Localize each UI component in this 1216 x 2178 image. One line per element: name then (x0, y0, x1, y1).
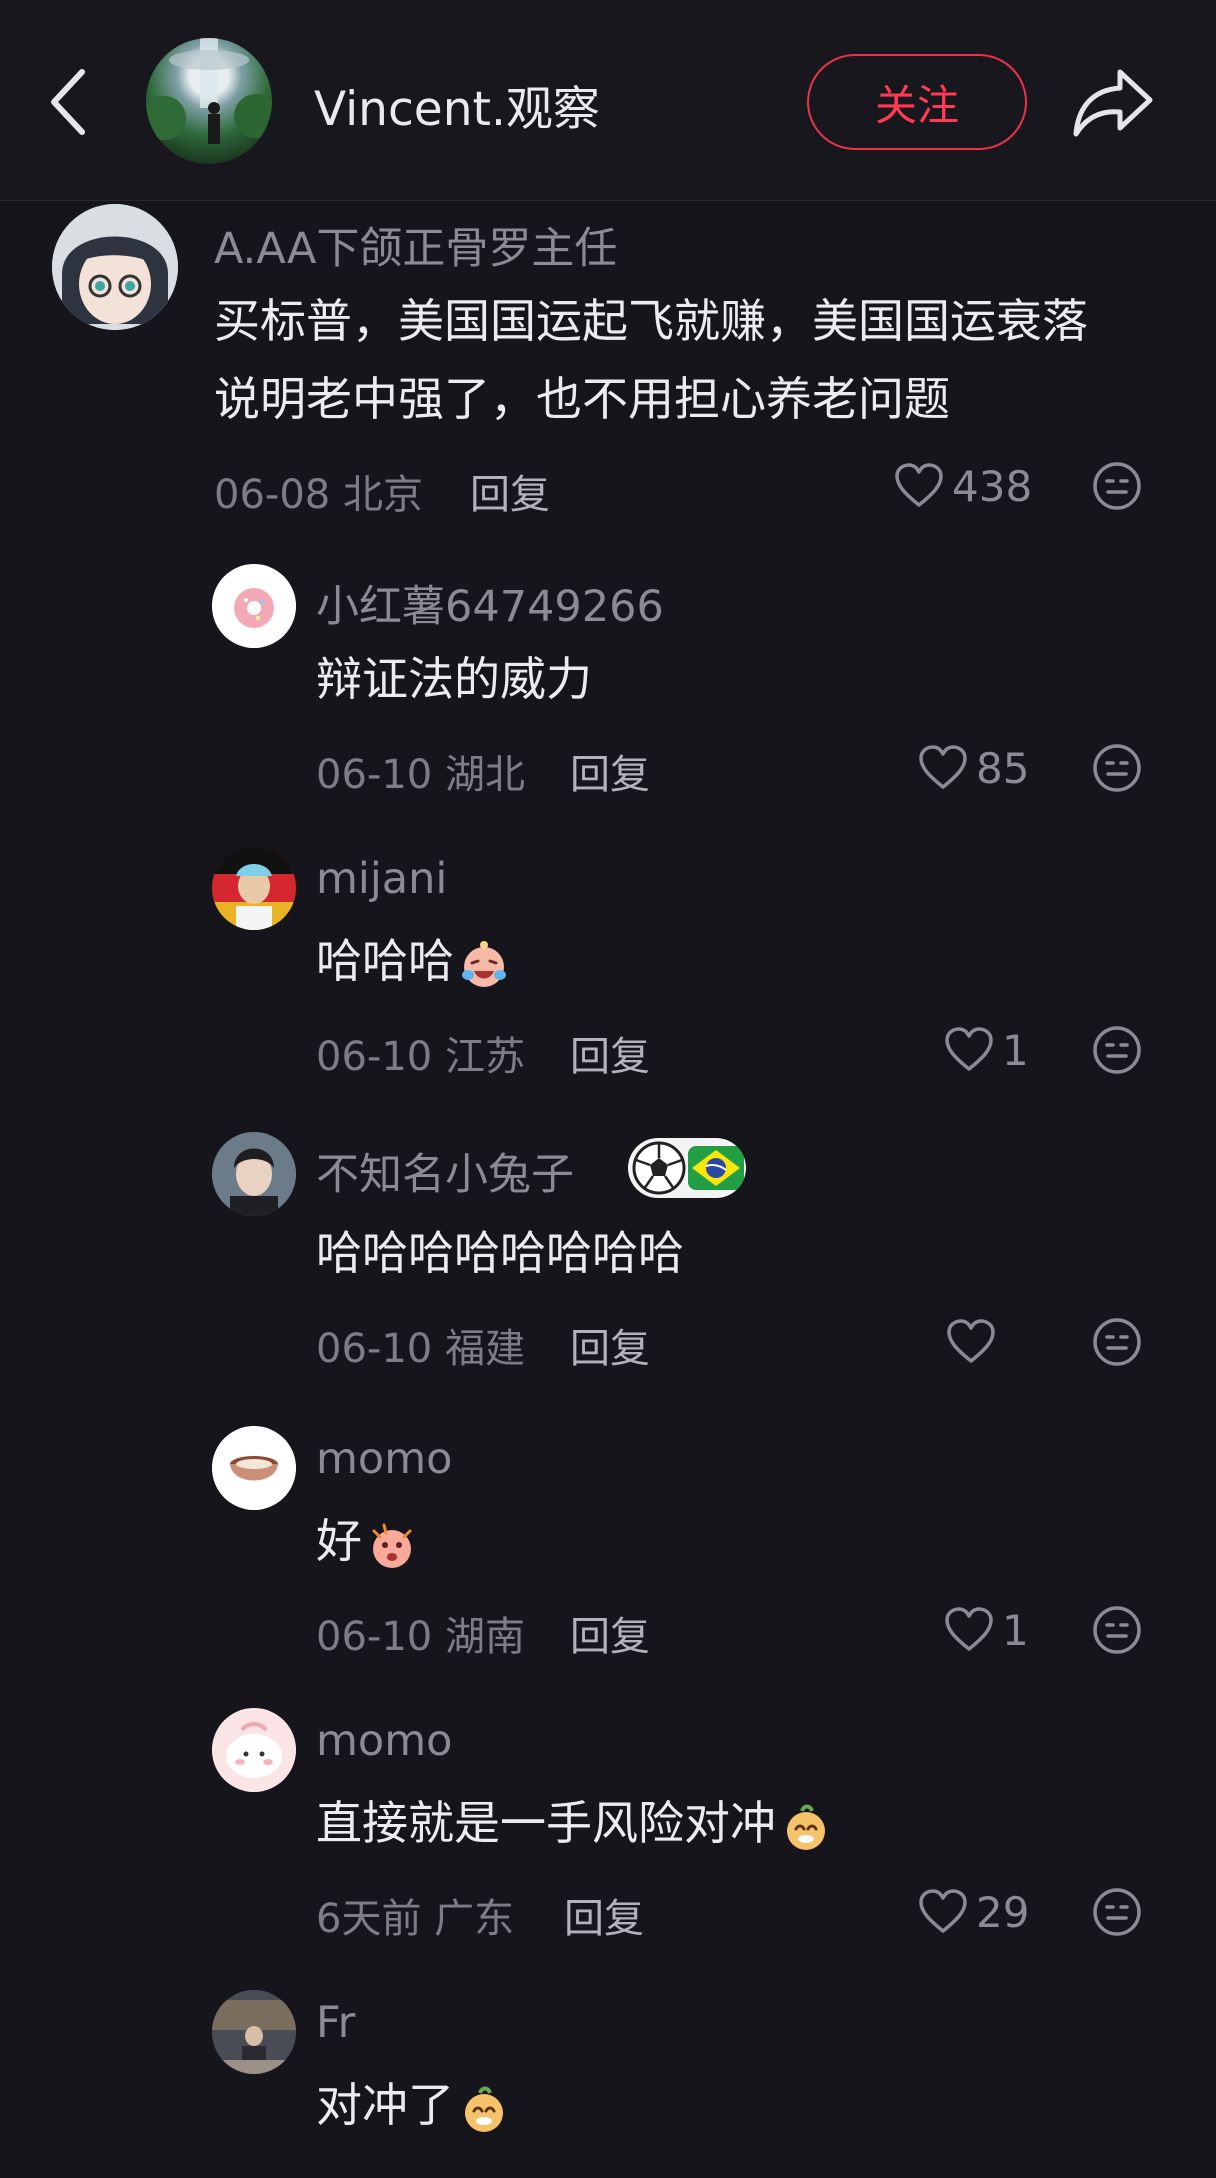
comment-text-content: 直接就是一手风险对冲 (316, 1796, 776, 1850)
commenter-name[interactable]: mijani (316, 854, 447, 904)
comment-text-content: 哈哈哈 (316, 934, 454, 988)
reply-button[interactable]: 回复 (564, 1886, 644, 1944)
comment-text: 对冲了 (316, 2066, 510, 2144)
comment-text-content: 对冲了 (316, 2078, 454, 2132)
heart-icon (919, 745, 967, 789)
comment-text: 说明老中强了，也不用担心养老问题 (214, 372, 950, 426)
soccer-ball-icon (632, 1141, 686, 1195)
reaction-button[interactable] (1091, 460, 1143, 512)
comment-date-location: 06-10 江苏 (316, 1034, 525, 1080)
heart-icon (945, 1607, 993, 1651)
commenter-avatar[interactable] (212, 1426, 296, 1510)
heart-icon (947, 1319, 995, 1363)
neutral-face-icon (1093, 744, 1141, 792)
comment-date-location: 06-10 湖北 (316, 752, 525, 798)
share-button[interactable] (1070, 62, 1156, 142)
reply-button[interactable]: 回复 (570, 1604, 650, 1662)
commenter-name[interactable]: 小红薯64749266 (316, 572, 664, 634)
reaction-button[interactable] (1091, 1024, 1143, 1076)
reply-button[interactable]: 回复 (570, 1024, 650, 1082)
top-bar: Vincent.观察 关注 (0, 0, 1216, 201)
profile-avatar[interactable] (146, 38, 272, 164)
like-count: 1 (1002, 1025, 1029, 1075)
bowl-avatar-image (212, 1426, 296, 1510)
neutral-face-icon (1093, 1318, 1141, 1366)
comment-date-location: 06-10 福建 (316, 1326, 525, 1372)
comment-text: 好 (316, 1502, 418, 1580)
commenter-name[interactable]: momo (316, 1716, 452, 1766)
commenter-avatar[interactable] (212, 1990, 296, 2074)
follow-button[interactable]: 关注 (807, 54, 1027, 150)
commenter-name[interactable]: A.AA下颌正骨罗主任 (214, 214, 617, 276)
commenter-name[interactable]: 不知名小兔子 (316, 1140, 574, 1202)
like-button[interactable]: 85 (918, 738, 1029, 798)
comment-date-location: 6天前 广东 (316, 1896, 515, 1942)
neutral-face-icon (1093, 462, 1141, 510)
comment-text: 辩证法的威力 (316, 652, 592, 706)
comment-text: 直接就是一手风险对冲 (316, 1784, 832, 1862)
comment-date-location: 06-08 北京 (214, 472, 423, 518)
commenter-avatar[interactable] (212, 564, 296, 648)
like-count: 85 (976, 743, 1030, 793)
like-button[interactable] (946, 1312, 1004, 1372)
laughing-crying-emoji-icon (462, 940, 506, 987)
football-brazil-badge (628, 1138, 746, 1198)
person-avatar-image (212, 1990, 296, 2074)
neutral-face-icon (1093, 1026, 1141, 1074)
like-button[interactable]: 438 (894, 456, 1032, 516)
comment-text-content: 好 (316, 1514, 362, 1568)
reply-button[interactable]: 回复 (470, 462, 550, 520)
person-avatar-image (212, 846, 296, 930)
commenter-avatar[interactable] (212, 846, 296, 930)
like-count: 29 (976, 1887, 1030, 1937)
neutral-face-icon (1093, 1606, 1141, 1654)
heart-icon (895, 463, 943, 507)
heart-icon (945, 1027, 993, 1071)
cute-blob-avatar-image (212, 1708, 296, 1792)
shocked-face-emoji-icon (372, 1523, 412, 1568)
like-button[interactable]: 1 (944, 1020, 1029, 1080)
reply-button[interactable]: 回复 (570, 1316, 650, 1374)
anime-avatar-image (52, 204, 178, 330)
profile-username[interactable]: Vincent.观察 (314, 70, 600, 139)
chevron-left-icon (51, 69, 85, 135)
neutral-face-icon (1093, 1888, 1141, 1936)
like-count: 438 (952, 461, 1033, 511)
avatar-image (146, 38, 272, 144)
commenter-avatar[interactable] (212, 1708, 296, 1792)
comment-date-location: 06-10 湖南 (316, 1614, 525, 1660)
comment-page: Vincent.观察 关注 A.AA下颌正骨罗主任 买标普，美国国运起飞就赚，美… (0, 0, 1216, 2178)
reaction-button[interactable] (1091, 1886, 1143, 1938)
commenter-name[interactable]: Fr (316, 1998, 355, 2048)
like-button[interactable]: 1 (944, 1600, 1029, 1660)
reaction-button[interactable] (1091, 742, 1143, 794)
back-button[interactable] (40, 62, 100, 142)
commenter-name[interactable]: momo (316, 1434, 452, 1484)
person-avatar-image (212, 1132, 296, 1216)
commenter-avatar[interactable] (52, 204, 178, 330)
comment-text: 哈哈哈 (316, 922, 510, 1000)
comment-text: 哈哈哈哈哈哈哈哈 (316, 1226, 684, 1280)
reaction-button[interactable] (1091, 1604, 1143, 1656)
commenter-avatar[interactable] (212, 1132, 296, 1216)
share-arrow-icon (1073, 69, 1153, 137)
smug-face-emoji-icon (465, 2086, 503, 2132)
like-button[interactable]: 29 (918, 1882, 1029, 1942)
brazil-flag-icon (688, 1146, 744, 1190)
smug-face-emoji-icon (787, 1804, 825, 1850)
donut-avatar-image (212, 564, 296, 648)
like-count: 1 (1002, 1605, 1029, 1655)
comment-text: 买标普，美国国运起飞就赚，美国国运衰落 (214, 294, 1088, 348)
heart-icon (919, 1889, 967, 1933)
reply-button[interactable]: 回复 (570, 742, 650, 800)
reaction-button[interactable] (1091, 1316, 1143, 1368)
